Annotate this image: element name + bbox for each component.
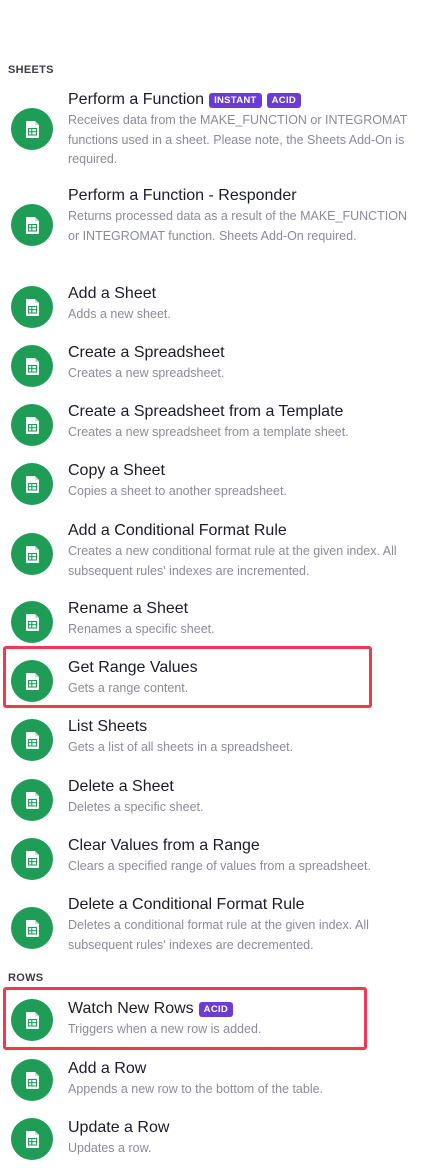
module-text: Rename a Sheet Renames a specific sheet.: [68, 599, 420, 640]
module-text: Perform a Function INSTANT ACID Receives da…: [68, 90, 420, 170]
module-title: Delete a Sheet: [68, 777, 420, 797]
module-title-label: Clear Values from a Range: [68, 837, 260, 854]
module-description: Updates a row.: [68, 1141, 152, 1155]
module-title: Add a Conditional Format Rule: [68, 521, 420, 541]
badge-instant: INSTANT: [209, 92, 262, 108]
google-sheets-icon: [11, 108, 53, 150]
google-sheets-icon: [11, 601, 53, 643]
module-description: Deletes a conditional format rule at the…: [68, 918, 369, 952]
module-description: Deletes a specific sheet.: [68, 800, 204, 814]
google-sheets-icon: [11, 1118, 53, 1160]
module-title-label: List Sheets: [68, 718, 148, 735]
module-text: Delete a Conditional Format Rule Deletes …: [68, 895, 420, 955]
module-title-label: Create a Spreadsheet from a Template: [68, 403, 344, 420]
module-text: Copy a Sheet Copies a sheet to another sp…: [68, 461, 420, 502]
module-title-label: Perform a Function - Responder: [68, 187, 297, 204]
module-title-label: Delete a Conditional Format Rule: [68, 896, 305, 913]
module-description: Gets a list of all sheets in a spreadshe…: [68, 740, 294, 754]
module-description: Creates a new spreadsheet.: [68, 366, 225, 380]
google-sheets-icon: [11, 999, 53, 1041]
module-description: Gets a range content.: [68, 681, 189, 695]
module-title: Perform a Function - Responder: [68, 186, 420, 206]
google-sheets-icon: [11, 779, 53, 821]
module-title: Rename a Sheet: [68, 599, 420, 619]
module-description: Creates a new spreadsheet from a templat…: [68, 425, 349, 439]
module-title-label: Watch New Rows: [68, 1000, 194, 1017]
google-sheets-icon: [11, 345, 53, 387]
module-title: Get Range Values: [68, 658, 420, 678]
section-header-rows: ROWS: [8, 972, 44, 984]
module-title: Watch New Rows ACID: [68, 999, 420, 1019]
google-sheets-icon: [11, 907, 53, 949]
module-title: Perform a Function INSTANT ACID: [68, 90, 420, 110]
module-text: Add a Conditional Format Rule Creates a n…: [68, 521, 420, 581]
module-description: Triggers when a new row is added.: [68, 1022, 262, 1036]
google-sheets-icon: [11, 533, 53, 575]
badge-acid: ACID: [266, 92, 302, 108]
module-title: Update a Row: [68, 1118, 420, 1138]
google-sheets-icon: [11, 660, 53, 702]
module-text: Create a Spreadsheet from a Template Crea…: [68, 402, 420, 443]
google-sheets-icon: [11, 1059, 53, 1101]
module-title-label: Update a Row: [68, 1119, 170, 1136]
google-sheets-icon: [11, 463, 53, 505]
section-header-sheets: SHEETS: [8, 64, 54, 76]
google-sheets-icon: [11, 838, 53, 880]
module-title-label: Add a Row: [68, 1060, 147, 1077]
google-sheets-icon: [11, 404, 53, 446]
module-title: Add a Sheet: [68, 284, 420, 304]
module-text: Watch New Rows ACID Triggers when a new ro…: [68, 999, 420, 1040]
module-title-label: Rename a Sheet: [68, 600, 189, 617]
module-title-label: Create a Spreadsheet: [68, 344, 225, 361]
module-text: Create a Spreadsheet Creates a new spread…: [68, 343, 420, 384]
badge-acid: ACID: [198, 1001, 234, 1017]
module-text: List Sheets Gets a list of all sheets in …: [68, 717, 420, 758]
module-description: Receives data from the MAKE_FUNCTION or …: [68, 113, 408, 166]
module-text: Update a Row Updates a row.: [68, 1118, 420, 1159]
module-title-label: Copy a Sheet: [68, 462, 165, 479]
module-title: Add a Row: [68, 1059, 420, 1079]
module-text: Clear Values from a Range Clears a specif…: [68, 836, 420, 877]
module-description: Creates a new conditional format rule at…: [68, 544, 397, 578]
module-text: Perform a Function - Responder Returns pr…: [68, 186, 420, 246]
module-text: Delete a Sheet Deletes a specific sheet.: [68, 777, 420, 818]
module-title-label: Add a Conditional Format Rule: [68, 522, 287, 539]
google-sheets-icon: [11, 719, 53, 761]
module-title-label: Delete a Sheet: [68, 778, 174, 795]
module-title: List Sheets: [68, 717, 420, 737]
module-description: Renames a specific sheet.: [68, 622, 215, 636]
module-description: Adds a new sheet.: [68, 307, 171, 321]
module-title: Copy a Sheet: [68, 461, 420, 481]
google-sheets-icon: [11, 286, 53, 328]
module-text: Add a Sheet Adds a new sheet.: [68, 284, 420, 325]
module-title-label: Get Range Values: [68, 659, 198, 676]
module-description: Appends a new row to the bottom of the t…: [68, 1082, 324, 1096]
module-description: Copies a sheet to another spreadsheet.: [68, 484, 287, 498]
module-description: Clears a specified range of values from …: [68, 859, 371, 873]
module-title: Create a Spreadsheet from a Template: [68, 402, 420, 422]
module-text: Get Range Values Gets a range content.: [68, 658, 420, 699]
module-description: Returns processed data as a result of th…: [68, 209, 408, 243]
module-title-label: Perform a Function: [68, 91, 205, 108]
module-title: Clear Values from a Range: [68, 836, 420, 856]
google-sheets-icon: [11, 204, 53, 246]
module-title: Delete a Conditional Format Rule: [68, 895, 420, 915]
module-title: Create a Spreadsheet: [68, 343, 420, 363]
module-title-label: Add a Sheet: [68, 285, 157, 302]
module-text: Add a Row Appends a new row to the bottom…: [68, 1059, 420, 1100]
